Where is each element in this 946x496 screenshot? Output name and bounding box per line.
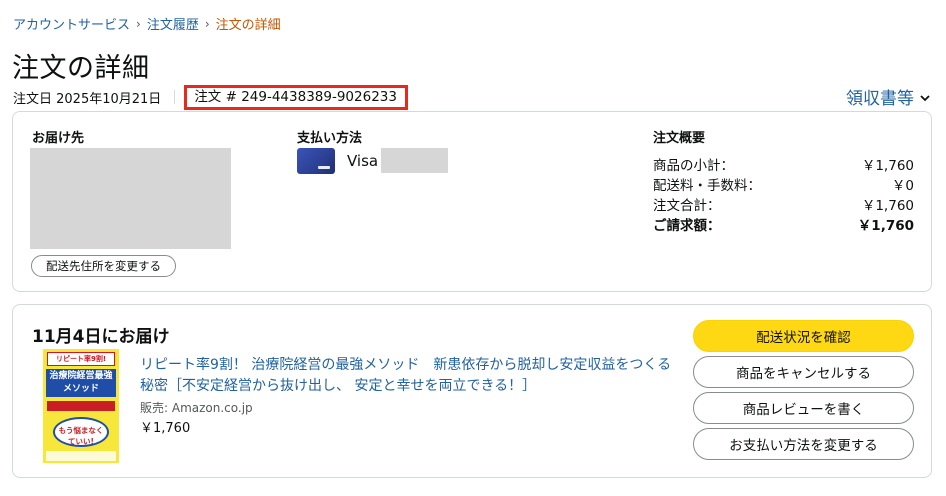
billed-amount-value: ￥1,760 — [857, 218, 914, 234]
order-total-label: 注文合計： — [653, 198, 721, 214]
breadcrumb-separator: › — [136, 16, 141, 31]
chevron-down-icon — [920, 94, 930, 101]
billed-amount-label: ご請求額： — [653, 218, 721, 234]
shipping-fee-value: ￥0 — [891, 178, 914, 194]
cancel-items-button[interactable]: 商品をキャンセルする — [693, 356, 914, 388]
product-price: ￥1,760 — [140, 421, 191, 436]
card-brand: Visa — [347, 152, 379, 170]
write-review-button[interactable]: 商品レビューを書く — [693, 392, 914, 424]
cover-title: 治療院経営最強メソッド — [46, 369, 116, 397]
shipping-fee-row: 配送料・手数料： ￥0 — [653, 174, 914, 194]
invoice-dropdown[interactable]: 領収書等 — [846, 84, 930, 109]
breadcrumb-current: 注文の詳細 — [215, 18, 281, 33]
change-payment-button[interactable]: お支払い方法を変更する — [693, 428, 914, 460]
shipping-address-heading: お届け先 — [32, 131, 85, 146]
subtotal-row: 商品の小計： ￥1,760 — [653, 154, 914, 174]
breadcrumb-separator: › — [204, 16, 210, 31]
card-number-redacted — [381, 148, 448, 173]
invoice-label: 領収書等 — [846, 89, 914, 109]
order-summary-card: お届け先 配送先住所を変更する 支払い方法 Visa 注文概要 商品の小計： ￥… — [12, 111, 932, 292]
shipping-address-redacted — [30, 148, 231, 249]
cover-footer — [46, 451, 116, 461]
shipment-card: 11月4日にお届け リピート率9割! 治療院経営最強メソッド もう悩まなくていい… — [12, 304, 932, 478]
order-date: 注文日 2025年10月21日 — [13, 91, 162, 107]
breadcrumb-account-link[interactable]: アカウントサービス — [13, 14, 130, 33]
payment-method-heading: 支払い方法 — [297, 131, 363, 146]
product-title-link[interactable]: リピート率9割！ 治療院経営の最強メソッド 新患依存から脱却し安定収益をつくる秘… — [140, 355, 680, 397]
meta-divider — [174, 90, 176, 104]
order-number: 注文 # 249-4438389-9026233 — [184, 84, 408, 110]
seller-info: 販売: Amazon.co.jp — [140, 401, 253, 415]
product-image[interactable]: リピート率9割! 治療院経営最強メソッド もう悩まなくていい! — [43, 349, 119, 463]
order-meta: 注文日 2025年10月21日 注文 # 249-4438389-9026233 — [13, 84, 408, 110]
delivery-date-title: 11月4日にお届け — [32, 327, 170, 347]
order-total-row: 注文合計： ￥1,760 — [653, 194, 914, 214]
order-summary-heading: 注文概要 — [653, 131, 706, 146]
track-package-button[interactable]: 配送状況を確認 — [693, 320, 914, 352]
breadcrumb: アカウントサービス › 注文履歴 › 注文の詳細 — [13, 14, 281, 34]
credit-card-icon — [297, 148, 335, 174]
billed-amount-row: ご請求額： ￥1,760 — [653, 214, 914, 234]
cover-bubble-text: もう悩まなくていい! — [58, 426, 104, 446]
page-title: 注文の詳細 — [12, 53, 150, 84]
breadcrumb-order-history-link[interactable]: 注文履歴 — [147, 14, 199, 33]
cover-tagline: リピート率9割! — [47, 352, 115, 366]
shipping-fee-label: 配送料・手数料： — [653, 178, 761, 194]
order-total-value: ￥1,760 — [861, 198, 914, 214]
subtotal-label: 商品の小計： — [653, 158, 734, 174]
cover-band — [47, 401, 115, 411]
subtotal-value: ￥1,760 — [861, 158, 914, 174]
change-address-button[interactable]: 配送先住所を変更する — [31, 255, 176, 277]
